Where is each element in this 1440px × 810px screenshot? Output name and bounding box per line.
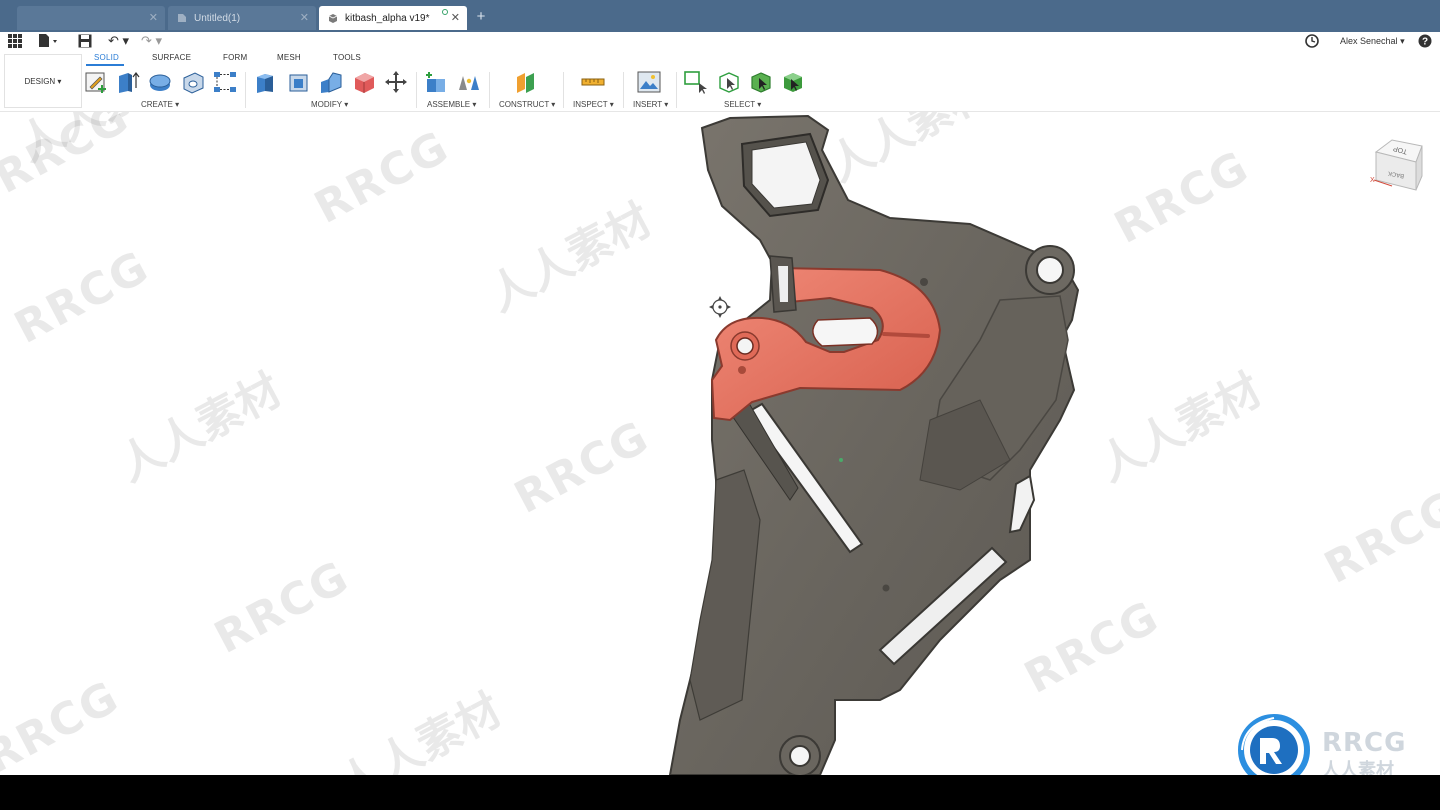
select-face-icon[interactable] <box>749 70 773 94</box>
select-menu[interactable]: SELECT ▾ <box>724 100 761 109</box>
inspect-menu[interactable]: INSPECT ▾ <box>573 100 614 109</box>
hole-icon[interactable] <box>181 70 205 94</box>
insert-menu[interactable]: INSERT ▾ <box>633 100 668 109</box>
group-label-construct: CONSTRUCT <box>499 100 550 109</box>
document-tab-bar: RRCG ✕ Untitled(1) ✕ kitbash_alpha v19* … <box>0 0 1440 32</box>
create-sketch-icon[interactable] <box>84 70 108 94</box>
revolve-icon[interactable] <box>148 70 172 94</box>
tab-tools[interactable]: TOOLS <box>333 53 361 62</box>
user-name: Alex Senechal <box>1340 36 1398 46</box>
document-tab[interactable]: Untitled(1) ✕ <box>168 6 316 30</box>
assemble-menu[interactable]: ASSEMBLE ▾ <box>427 100 476 109</box>
save-icon[interactable] <box>78 34 92 48</box>
measure-icon[interactable] <box>581 70 605 94</box>
select-body-icon[interactable] <box>717 70 741 94</box>
extrude-icon[interactable] <box>116 70 140 94</box>
fillet-icon[interactable] <box>287 70 311 94</box>
tab-surface[interactable]: SURFACE <box>152 53 191 62</box>
tab-solid[interactable]: SOLID <box>94 53 119 62</box>
toolbar-divider <box>676 72 677 108</box>
close-icon[interactable]: ✕ <box>149 11 158 24</box>
help-icon[interactable]: ? <box>1418 34 1432 48</box>
undo-button[interactable]: ↶ ▾ <box>108 33 132 48</box>
insert-image-icon[interactable] <box>637 70 661 94</box>
chevron-down-icon: ▾ <box>55 76 62 86</box>
chamfer-icon[interactable] <box>319 70 343 94</box>
job-status-clock-icon[interactable] <box>1305 34 1319 48</box>
toolbar-divider <box>489 72 490 108</box>
redo-button[interactable]: ↷ ▾ <box>141 33 165 48</box>
group-label-modify: MODIFY <box>311 100 342 109</box>
workspace-label: DESIGN <box>24 76 56 86</box>
close-icon[interactable]: ✕ <box>451 11 460 24</box>
logo-text: RRCG <box>1322 728 1407 758</box>
canvas-viewport[interactable]: RRCG RRCG RRCG RRCG RRCG RRCG RRCG RRCG … <box>0 112 1440 775</box>
component-icon <box>328 13 338 23</box>
orbit-cursor-icon <box>709 296 731 318</box>
file-menu-icon[interactable] <box>38 34 60 48</box>
tab-mesh[interactable]: MESH <box>277 53 301 62</box>
group-label-assemble: ASSEMBLE <box>427 100 471 109</box>
new-component-icon[interactable] <box>424 70 448 94</box>
modify-menu[interactable]: MODIFY ▾ <box>311 100 348 109</box>
shell-icon[interactable] <box>352 70 376 94</box>
chevron-down-icon: ▾ <box>1400 36 1405 46</box>
unsaved-indicator-icon <box>442 9 448 15</box>
video-letterbox-bar <box>0 775 1440 810</box>
document-tab[interactable]: ✕ <box>17 6 165 30</box>
pattern-icon[interactable] <box>213 70 237 94</box>
fusion-app-window: { "tabs": [ {"label": "", "active": fals… <box>0 0 1440 810</box>
toolbar: ↶ ▾ ↷ ▾ Alex Senechal ▾ ? DESIGN ▾ SOLID… <box>0 32 1440 112</box>
select-component-icon[interactable] <box>781 70 805 94</box>
document-icon <box>26 13 36 23</box>
press-pull-icon[interactable] <box>254 70 278 94</box>
tab-label: kitbash_alpha v19* <box>345 12 430 24</box>
active-tab-underline <box>86 64 124 66</box>
toolbar-divider <box>416 72 417 108</box>
tab-form[interactable]: FORM <box>223 53 247 62</box>
document-tab-active[interactable]: kitbash_alpha v19* ✕ <box>319 6 467 30</box>
kitbash-part-model[interactable] <box>0 112 1440 775</box>
toolbar-divider <box>245 72 246 108</box>
toolbar-divider <box>623 72 624 108</box>
create-menu[interactable]: CREATE ▾ <box>141 100 179 109</box>
new-tab-button[interactable]: + <box>471 8 491 28</box>
select-window-icon[interactable] <box>684 70 708 94</box>
construct-menu[interactable]: CONSTRUCT ▾ <box>499 100 555 109</box>
offset-plane-icon[interactable] <box>514 70 538 94</box>
group-label-create: CREATE <box>141 100 173 109</box>
group-label-inspect: INSPECT <box>573 100 608 109</box>
viewcube-icon[interactable]: TOP BACK X <box>1364 132 1426 192</box>
svg-text:?: ? <box>1422 37 1428 48</box>
user-account-menu[interactable]: Alex Senechal ▾ <box>1340 36 1405 47</box>
group-label-insert: INSERT <box>633 100 663 109</box>
close-icon[interactable]: ✕ <box>300 11 309 24</box>
joint-icon[interactable] <box>457 70 481 94</box>
toolbar-divider <box>563 72 564 108</box>
data-panel-grid-icon[interactable] <box>8 34 22 48</box>
group-label-select: SELECT <box>724 100 755 109</box>
document-icon <box>177 13 187 23</box>
tab-label: Untitled(1) <box>194 12 241 24</box>
workspace-switcher[interactable]: DESIGN ▾ <box>4 54 82 108</box>
move-copy-icon[interactable] <box>384 70 408 94</box>
